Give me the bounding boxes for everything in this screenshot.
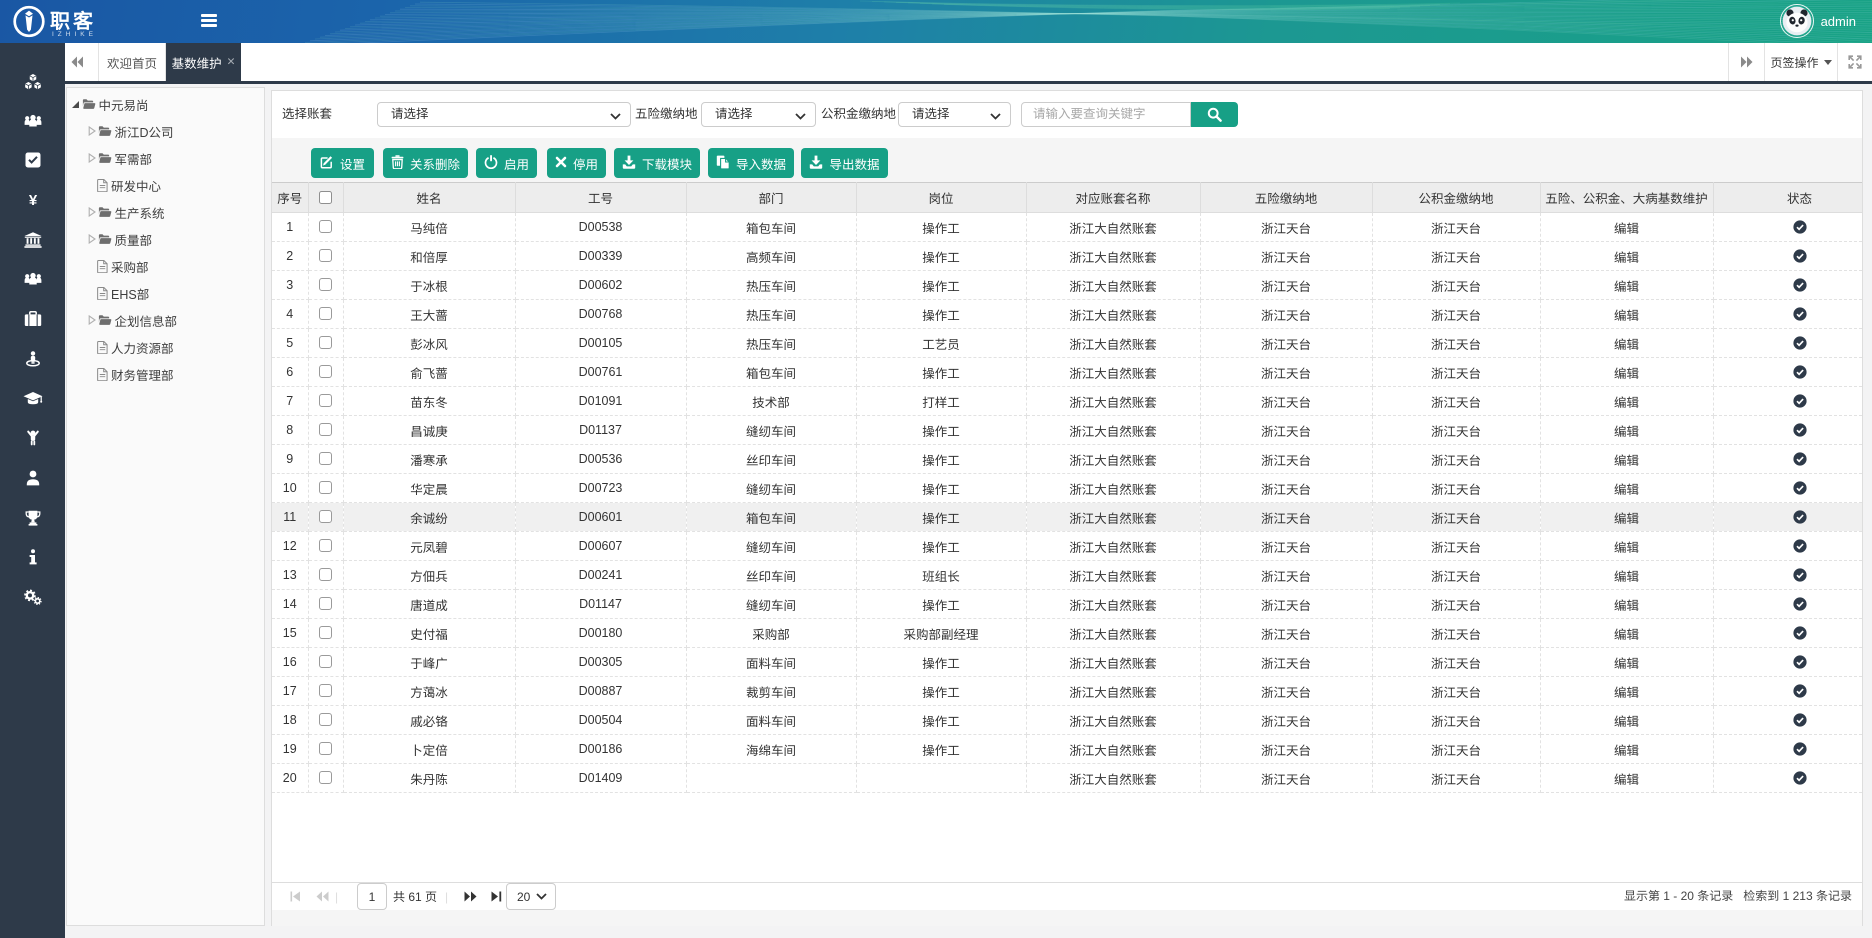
- svg-text:¥: ¥: [28, 192, 37, 208]
